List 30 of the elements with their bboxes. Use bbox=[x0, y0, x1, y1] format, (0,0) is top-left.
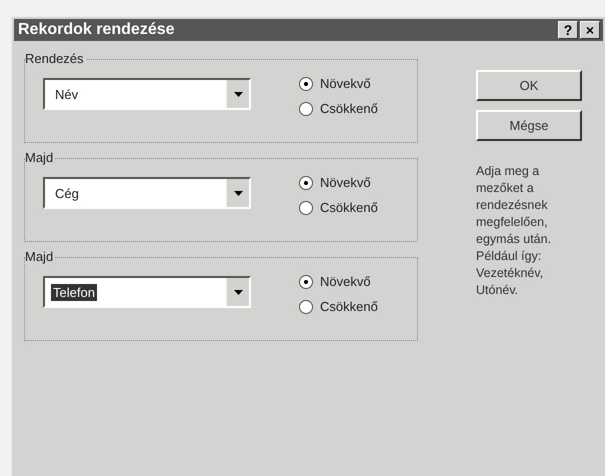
radio-label[interactable]: Csökkenő bbox=[320, 101, 378, 116]
caret-icon bbox=[234, 92, 242, 96]
radio-button[interactable] bbox=[299, 102, 313, 116]
radio-label[interactable]: Növekvő bbox=[320, 274, 371, 289]
group-label: Rendezés bbox=[25, 51, 86, 66]
dropdown-arrow-button[interactable] bbox=[226, 179, 249, 207]
help-button[interactable]: ? bbox=[558, 21, 578, 39]
help-text: Adja meg a mezőket a rendezésnek megfelelően, egymás után. Például így: Vezetéknév, Utónév. bbox=[476, 163, 552, 299]
radio-button[interactable] bbox=[299, 300, 313, 314]
radio-button[interactable] bbox=[299, 76, 313, 90]
ok-button[interactable]: OK bbox=[476, 70, 582, 101]
cancel-button[interactable]: Mégse bbox=[476, 110, 582, 141]
window-title: Rekordok rendezése bbox=[18, 21, 175, 39]
group-label: Majd bbox=[25, 150, 56, 165]
close-button[interactable]: × bbox=[580, 21, 600, 39]
radio-button[interactable] bbox=[299, 176, 313, 190]
radio-label[interactable]: Növekvő bbox=[320, 175, 371, 190]
caret-icon bbox=[234, 190, 242, 196]
radio-button[interactable] bbox=[299, 200, 313, 214]
group-label: Majd bbox=[25, 249, 56, 264]
dropdown-field[interactable]: Cég bbox=[43, 177, 251, 209]
dropdown-field[interactable]: Név bbox=[43, 78, 251, 110]
radio-label[interactable]: Csökkenő bbox=[320, 299, 378, 314]
caret-icon bbox=[234, 290, 242, 294]
dropdown-field[interactable]: Telefon bbox=[43, 276, 251, 308]
radio-button[interactable] bbox=[299, 274, 313, 288]
radio-label[interactable]: Növekvő bbox=[320, 76, 371, 91]
radio-label[interactable]: Csökkenő bbox=[320, 200, 378, 215]
dropdown-arrow-button[interactable] bbox=[226, 278, 249, 306]
dropdown-arrow-button[interactable] bbox=[226, 80, 249, 108]
